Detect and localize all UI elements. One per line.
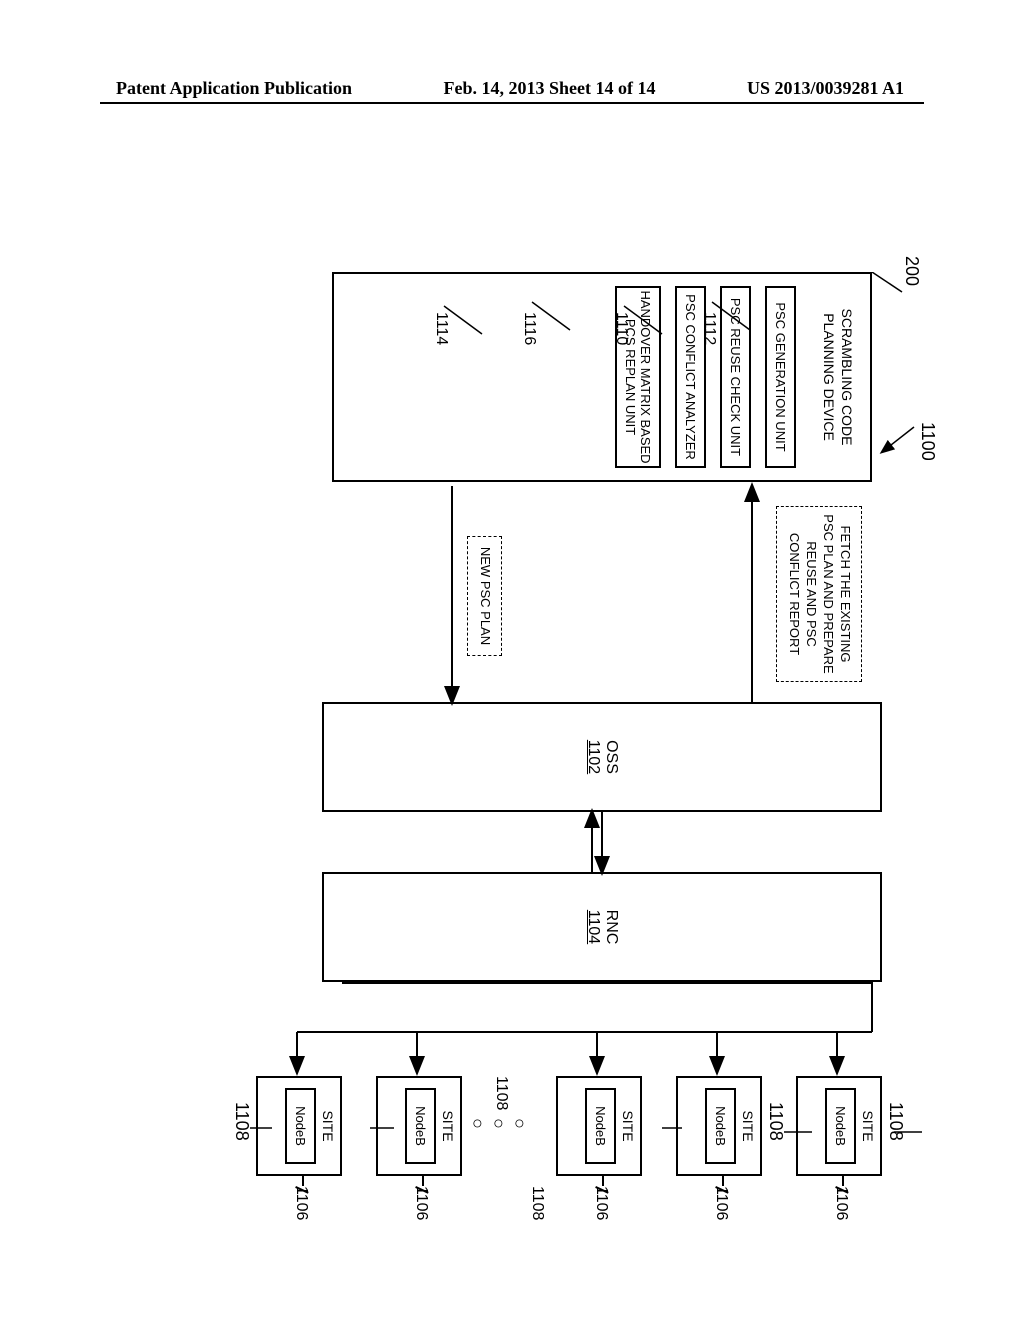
ref-1108-1: 1108 (885, 1102, 906, 1141)
lead-icon (303, 1174, 305, 1186)
ref-1116: 1116 (520, 312, 538, 345)
nodeb-1: NodeB (825, 1088, 856, 1164)
site-2: SITE NodeB 1106 (676, 1076, 762, 1176)
ref-1108-left: 1108 (492, 1076, 510, 1110)
site-4: SITE NodeB 1106 (376, 1076, 462, 1176)
oss-box: OSS 1102 (322, 702, 882, 812)
site-5-label: SITE (318, 1078, 340, 1174)
header-left: Patent Application Publication (116, 78, 352, 99)
ref-1112: 1112 (700, 312, 718, 345)
header-rule (100, 102, 924, 104)
psc-generation-unit: PSC GENERATION UNIT (765, 286, 796, 468)
ref-1108-2: 1108 (765, 1102, 786, 1141)
nodeb-5: NodeB (285, 1088, 316, 1164)
scpd-title: SCRAMBLING CODE PLANNING DEVICE (810, 274, 870, 480)
lead-icon (603, 1174, 605, 1186)
nodeb-2: NodeB (705, 1088, 736, 1164)
scrambling-code-planning-device: SCRAMBLING CODE PLANNING DEVICE PSC GENE… (332, 272, 872, 482)
ref-200: 200 (901, 256, 922, 286)
ref-1106-5: 1106 (292, 1186, 310, 1220)
figure-11: FIG. 11 (12, 272, 1012, 1048)
nodeb-4: NodeB (405, 1088, 436, 1164)
ref-1104: 1104 (584, 910, 602, 944)
ref-1106-1: 1106 (832, 1186, 850, 1220)
lead-icon (843, 1174, 845, 1186)
ref-1106-2: 1106 (712, 1186, 730, 1220)
figure-label: FIG. 11 (1020, 620, 1024, 700)
psc-reuse-check-unit: PSC REUSE CHECK UNIT (720, 286, 751, 468)
ellipsis-icon: ○ ○ ○ (467, 1118, 530, 1137)
site-1: SITE NodeB 1106 (796, 1076, 882, 1176)
fetch-annotation: FETCH THE EXISTING PSC PLAN AND PREPARE … (776, 506, 862, 682)
site-3-label: SITE (618, 1078, 640, 1174)
new-psc-plan-annotation: NEW PSC PLAN (467, 536, 502, 656)
ref-1100: 1100 (917, 422, 938, 461)
ref-1102: 1102 (584, 740, 602, 774)
header-right: US 2013/0039281 A1 (747, 78, 904, 99)
ref-1108-5: 1108 (231, 1102, 252, 1141)
site-4-label: SITE (438, 1078, 460, 1174)
ref-1106-3: 1106 (592, 1186, 610, 1220)
ref-1106-4: 1106 (412, 1186, 430, 1220)
nodeb-3: NodeB (585, 1088, 616, 1164)
ref-1110: 1110 (612, 312, 630, 345)
lead-icon (423, 1174, 425, 1186)
header-center: Feb. 14, 2013 Sheet 14 of 14 (444, 78, 656, 99)
rnc-box: RNC 1104 (322, 872, 882, 982)
lead-icon (723, 1174, 725, 1186)
ref-1114: 1114 (432, 312, 450, 345)
site-3: SITE NodeB 1106 (556, 1076, 642, 1176)
site-2-label: SITE (738, 1078, 760, 1174)
oss-label: OSS (602, 740, 620, 774)
site-1-label: SITE (858, 1078, 880, 1174)
site-5: SITE NodeB 1106 (256, 1076, 342, 1176)
rnc-label: RNC (602, 910, 620, 945)
ref-1108-right: 1108 (528, 1186, 546, 1220)
